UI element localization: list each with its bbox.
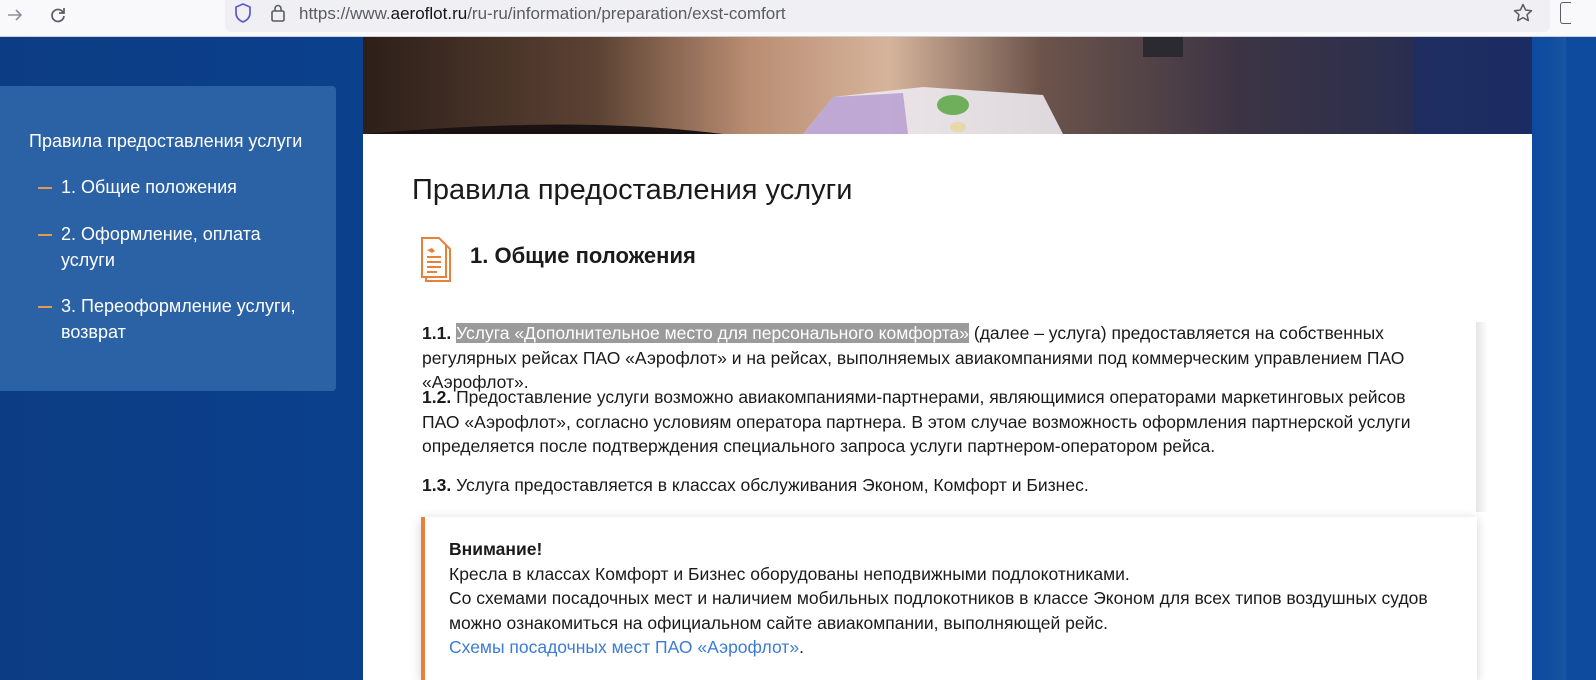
hero-photo — [363, 37, 1532, 134]
sidebar-item-refund[interactable]: 3. Переоформление услуги, возврат — [61, 293, 301, 345]
notice-line-1: Кресла в классах Комфорт и Бизнес оборуд… — [449, 564, 1130, 584]
seat-map-link[interactable]: Схемы посадочных мест ПАО «Аэрофлот» — [449, 637, 799, 657]
reload-button[interactable] — [45, 2, 71, 28]
right-edge-shade — [1536, 37, 1566, 680]
paragraph-text: Предоставление услуги возможно авиакомпа… — [422, 387, 1411, 456]
highlighted-text: Услуга «Дополнительное место для персона… — [456, 323, 970, 343]
bookmark-star-icon[interactable] — [1512, 2, 1534, 24]
notice-heading: Внимание! — [449, 539, 543, 559]
sidebar-item-payment[interactable]: 2. Оформление, оплата услуги — [61, 221, 281, 273]
browser-toolbar: https://www.aeroflot.ru/ru-ru/informatio… — [0, 0, 1596, 37]
paragraph-number: 1.3. — [422, 475, 452, 495]
shield-icon[interactable] — [233, 2, 253, 24]
hero-image — [363, 37, 1532, 134]
notice-link-line: Схемы посадочных мест ПАО «Аэрофлот». — [449, 635, 804, 660]
content-shadow — [1476, 322, 1488, 512]
reload-icon — [51, 8, 65, 23]
paragraph-1-2: 1.2. Предоставление услуги возможно авиа… — [422, 385, 1422, 459]
paragraph-text: Услуга предоставляется в классах обслужи… — [451, 475, 1089, 495]
sidebar-dash — [38, 187, 52, 189]
sidebar-dash — [38, 234, 52, 236]
notice-line-2: Со схемами посадочных мест и наличием мо… — [449, 588, 1428, 633]
paragraph-1-1: 1.1. Услуга «Дополнительное место для пе… — [422, 321, 1477, 395]
lock-icon[interactable] — [268, 2, 288, 24]
link-suffix: . — [799, 637, 804, 657]
section-title: 1. Общие положения — [470, 243, 696, 268]
page-title: Правила предоставления услуги — [412, 174, 853, 206]
sidebar-item-general[interactable]: 1. Общие положения — [61, 174, 301, 200]
forward-arrow-icon — [8, 9, 23, 21]
sidebar-toggle-icon[interactable] — [1560, 2, 1571, 24]
paragraph-number: 1.2. — [422, 387, 452, 407]
paragraph-1-3: 1.3. Услуга предоставляется в классах об… — [422, 473, 1477, 498]
paragraph-number: 1.1. — [422, 323, 452, 343]
sidebar-title[interactable]: Правила предоставления услуги — [29, 131, 302, 152]
url-text[interactable]: https://www.aeroflot.ru/ru-ru/informatio… — [299, 4, 786, 24]
sidebar-dash — [38, 306, 52, 308]
document-icon — [421, 237, 451, 282]
forward-button[interactable] — [2, 2, 28, 28]
